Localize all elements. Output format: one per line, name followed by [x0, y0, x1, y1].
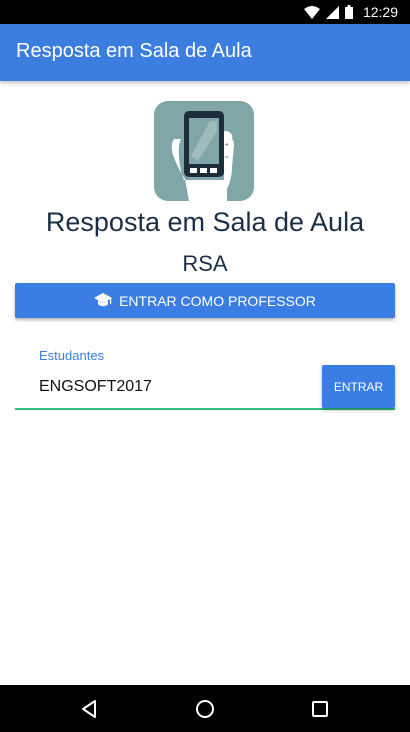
- status-icons: 12:29: [303, 0, 398, 24]
- battery-icon: [344, 5, 353, 19]
- app-bar-title: Resposta em Sala de Aula: [16, 40, 252, 62]
- enter-button[interactable]: ENTRAR: [322, 365, 395, 408]
- recents-icon[interactable]: [290, 685, 350, 732]
- phone-in-hand-icon: [154, 101, 254, 201]
- student-code-label: Estudantes: [39, 348, 105, 363]
- teacher-login-button[interactable]: ENTRAR COMO PROFESSOR: [15, 283, 395, 318]
- wifi-icon: [303, 5, 320, 19]
- app-bar: Resposta em Sala de Aula: [0, 24, 410, 81]
- app-abbrev: RSA: [182, 251, 228, 276]
- input-underline: [15, 408, 395, 410]
- student-code-input[interactable]: [15, 368, 315, 406]
- signal-icon: [325, 5, 339, 19]
- home-icon[interactable]: [175, 685, 235, 732]
- back-icon[interactable]: [59, 685, 119, 732]
- app-name: Resposta em Sala de Aula: [45, 207, 365, 237]
- teacher-login-label: ENTRAR COMO PROFESSOR: [119, 292, 316, 309]
- status-time: 12:29: [362, 4, 398, 20]
- nav-bar: [0, 685, 410, 732]
- graduation-cap-icon: [94, 293, 113, 308]
- status-bar: 12:29: [0, 0, 410, 24]
